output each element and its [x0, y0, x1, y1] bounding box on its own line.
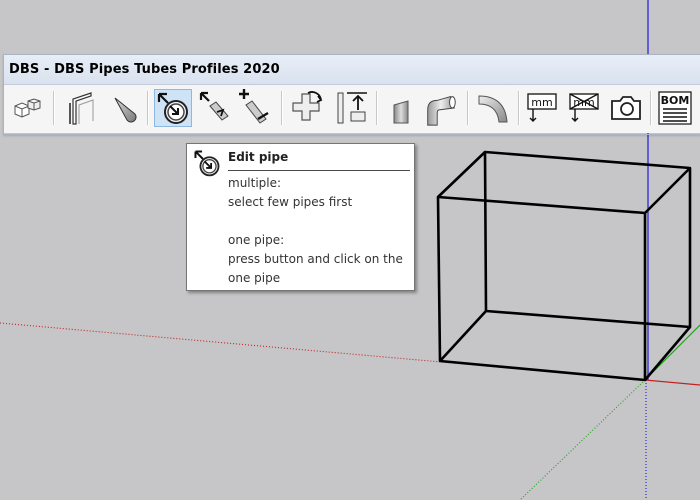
cross-joint-icon [292, 91, 323, 121]
dimension-mm-button[interactable]: mm [524, 89, 562, 127]
toolbar-separator [650, 91, 652, 125]
tooltip: Edit pipe multiple: select few pipes fir… [186, 143, 415, 291]
boxes-icon [14, 98, 41, 118]
edit-pipe-icon [194, 150, 220, 177]
toolbar-separator [467, 91, 469, 125]
tooltip-divider [228, 170, 410, 171]
pipe-cut-icon [393, 100, 409, 124]
add-remove-pipe-icon [239, 89, 269, 124]
svg-text:BOM: BOM [661, 94, 690, 107]
blocks-tool-button[interactable] [9, 89, 47, 127]
rotate-pipe-button[interactable] [196, 89, 234, 127]
camera-button[interactable] [607, 89, 645, 127]
toolbar-title: DBS - DBS Pipes Tubes Profiles 2020 [9, 62, 280, 77]
cone-tool-button[interactable] [106, 89, 144, 127]
wireframe-box[interactable] [436, 150, 692, 382]
camera-icon [611, 96, 641, 120]
bom-button[interactable]: BOM [656, 89, 694, 127]
cone-icon [114, 97, 137, 123]
toolbar-separator [53, 91, 55, 125]
edit-pipe-button[interactable] [154, 89, 192, 127]
add-remove-pipe-button[interactable] [236, 89, 274, 127]
align-up-icon [337, 92, 367, 124]
elbow-pipe-icon [427, 96, 456, 126]
toolbar-body: mm mm BOM [4, 85, 700, 133]
toolbar-titlebar[interactable]: DBS - DBS Pipes Tubes Profiles 2020 [4, 55, 700, 85]
toolbar-separator [376, 91, 378, 125]
toolbar-separator [147, 91, 149, 125]
tooltip-line: one pipe [228, 271, 281, 285]
profile-icon [69, 92, 94, 125]
pipe-cut-button[interactable] [382, 89, 420, 127]
edit-pipe-icon [157, 92, 188, 124]
cross-joint-button[interactable] [288, 89, 326, 127]
dimension-mm-remove-button[interactable]: mm [566, 89, 604, 127]
toolbar-separator [518, 91, 520, 125]
tooltip-body: multiple: select few pipes first one pip… [228, 174, 413, 288]
green-axis-negative [519, 379, 646, 500]
align-up-button[interactable] [332, 89, 370, 127]
elbow-pipe-button[interactable] [422, 89, 460, 127]
tooltip-line: one pipe: [228, 233, 285, 247]
rotate-pipe-icon [199, 91, 229, 121]
tooltip-line [228, 212, 413, 231]
tooltip-line: select few pipes first [228, 195, 353, 209]
mm-icon: mm [527, 93, 557, 122]
profile-tool-button[interactable] [62, 89, 100, 127]
bend-pipe-icon [478, 95, 508, 123]
bom-icon: BOM [658, 91, 692, 125]
red-axis [644, 379, 700, 386]
bend-pipe-button[interactable] [474, 89, 512, 127]
mm-crossed-icon: mm [569, 93, 599, 122]
tooltip-title: Edit pipe [228, 150, 289, 164]
svg-text:mm: mm [531, 96, 552, 109]
toolbar-separator [281, 91, 283, 125]
toolbar-window: DBS - DBS Pipes Tubes Profiles 2020 mm m… [3, 54, 700, 135]
tooltip-line: multiple: [228, 176, 282, 190]
tooltip-line: press button and click on the [228, 252, 403, 266]
